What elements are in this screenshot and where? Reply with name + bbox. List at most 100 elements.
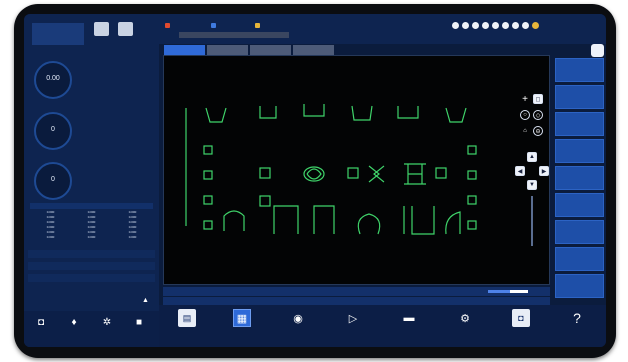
part-outline — [467, 195, 477, 205]
right-button-5[interactable] — [555, 166, 604, 190]
zoom-out-icon[interactable]: ⊖ — [533, 126, 543, 136]
status-dot — [482, 22, 489, 29]
part-outline — [273, 205, 299, 234]
right-button-6[interactable] — [555, 193, 604, 217]
part-outline — [259, 106, 277, 119]
right-button-3[interactable] — [555, 112, 604, 136]
speed-slider-track[interactable] — [531, 196, 533, 246]
left-band — [28, 250, 155, 258]
bottom-button-help[interactable]: ? — [557, 309, 597, 345]
part-outline — [403, 206, 435, 235]
add-icon[interactable]: + — [520, 94, 530, 105]
bottom-button-monitor[interactable]: ▬ — [389, 309, 429, 345]
status-dot — [462, 22, 469, 29]
left-panel: 0.00 0 0 0.000 0.000 0.000 0.000 0.000 0.0 — [24, 14, 159, 347]
part-outline — [347, 167, 359, 179]
left-band — [28, 274, 155, 282]
menu-item-2[interactable] — [211, 23, 218, 28]
table-cell: 0.000 — [128, 234, 137, 239]
part-outline — [205, 107, 227, 123]
progress-bar — [488, 290, 528, 293]
menu-item-1[interactable] — [165, 23, 172, 28]
settings-icon[interactable] — [118, 22, 133, 36]
tab-1[interactable] — [164, 45, 205, 55]
status-row — [163, 287, 550, 296]
table-row: 0.000 0.000 0.000 — [30, 214, 153, 219]
right-button-1[interactable] — [555, 58, 604, 82]
left-bottom-toolbar: ◘ ♦ ✲ ■ — [24, 311, 159, 347]
speed-gauge: 0.00 — [34, 61, 72, 99]
file-icon: ▤ — [178, 309, 196, 327]
bottom-button-image[interactable]: ▦ — [222, 309, 262, 345]
part-outline — [397, 106, 419, 119]
tab-4[interactable] — [293, 45, 334, 55]
jog-up-icon[interactable]: ▲ — [527, 152, 537, 162]
file-name-strip — [179, 32, 289, 38]
part-outline — [467, 145, 477, 155]
status-dot — [532, 22, 539, 29]
gear-icon: ⚙ — [460, 312, 470, 325]
bottom-button-file[interactable]: ▤ — [167, 309, 207, 345]
right-button-4[interactable] — [555, 139, 604, 163]
right-button-7[interactable] — [555, 220, 604, 244]
part-outline — [404, 163, 426, 185]
right-button-9[interactable] — [555, 274, 604, 298]
left-tool-gear[interactable]: ✲ — [94, 314, 120, 344]
part-outline — [351, 105, 373, 121]
jog-down-icon[interactable]: ▼ — [527, 180, 537, 190]
tab-2[interactable] — [207, 45, 248, 55]
image-icon: ▦ — [233, 309, 251, 327]
bottom-button-gear[interactable]: ⚙ — [445, 309, 485, 345]
bottom-button-play[interactable]: ▷ — [333, 309, 373, 345]
part-drawing — [185, 104, 477, 235]
camera-icon: ◘ — [512, 309, 530, 327]
mirror-icon[interactable]: ⌂ — [520, 126, 530, 136]
gas-gauge: 0 — [34, 162, 72, 200]
bottom-toolbar: ▤ ▦ ◉ ▷ ▬ ⚙ ◘ ? — [159, 305, 606, 347]
part-outline — [467, 170, 477, 180]
part-outline — [435, 167, 447, 179]
reset-view-icon[interactable]: ◻ — [533, 94, 543, 104]
part-outline — [259, 195, 271, 207]
right-button-8[interactable] — [555, 247, 604, 271]
part-outline — [203, 220, 213, 230]
bottom-button-camera[interactable]: ◘ — [501, 309, 541, 345]
right-button-2[interactable] — [555, 85, 604, 109]
left-tool-lock[interactable]: ■ — [126, 314, 152, 344]
jog-left-icon[interactable]: ◀ — [515, 166, 525, 176]
progress-fill — [488, 290, 510, 293]
part-outline — [223, 210, 245, 231]
table-row: 0.000 0.000 0.000 — [30, 209, 153, 214]
gear-icon: ✲ — [102, 317, 112, 328]
status-dot — [512, 22, 519, 29]
part-outline — [445, 211, 461, 235]
scroll-up-icon[interactable]: ▲ — [142, 297, 149, 304]
left-tool-pen[interactable]: ♦ — [61, 314, 87, 344]
globe-icon: ◉ — [293, 312, 303, 325]
menu-item-3[interactable] — [255, 23, 262, 28]
tab-3[interactable] — [250, 45, 291, 55]
speed-value: 0.00 — [46, 75, 60, 82]
left-tool-camera[interactable]: ◘ — [28, 314, 54, 344]
part-outline — [445, 107, 467, 123]
status-dot — [502, 22, 509, 29]
pan-icon[interactable]: ◇ — [533, 110, 543, 120]
part-outline — [357, 213, 381, 235]
top-bar — [159, 14, 606, 44]
lock-icon: ■ — [135, 317, 143, 328]
part-outline — [203, 145, 213, 155]
jog-right-icon[interactable]: ▶ — [539, 166, 549, 176]
home-icon[interactable] — [94, 22, 109, 36]
brand-logo — [32, 23, 84, 45]
part-outline — [203, 170, 213, 180]
info-icon — [211, 23, 216, 28]
drawing-canvas[interactable]: + ◻ ○ ◇ ⌂ ⊖ ▲ ◀ ▶ ▼ — [163, 55, 550, 285]
zoom-in-icon[interactable]: ○ — [520, 110, 530, 120]
status-dot — [522, 22, 529, 29]
part-outline — [306, 168, 322, 180]
table-cell: 0.000 — [46, 234, 55, 239]
window-button[interactable] — [591, 44, 604, 57]
bottom-button-globe[interactable]: ◉ — [278, 309, 318, 345]
table-row: 0.000 0.000 0.000 — [30, 229, 153, 234]
warning-icon — [255, 23, 260, 28]
